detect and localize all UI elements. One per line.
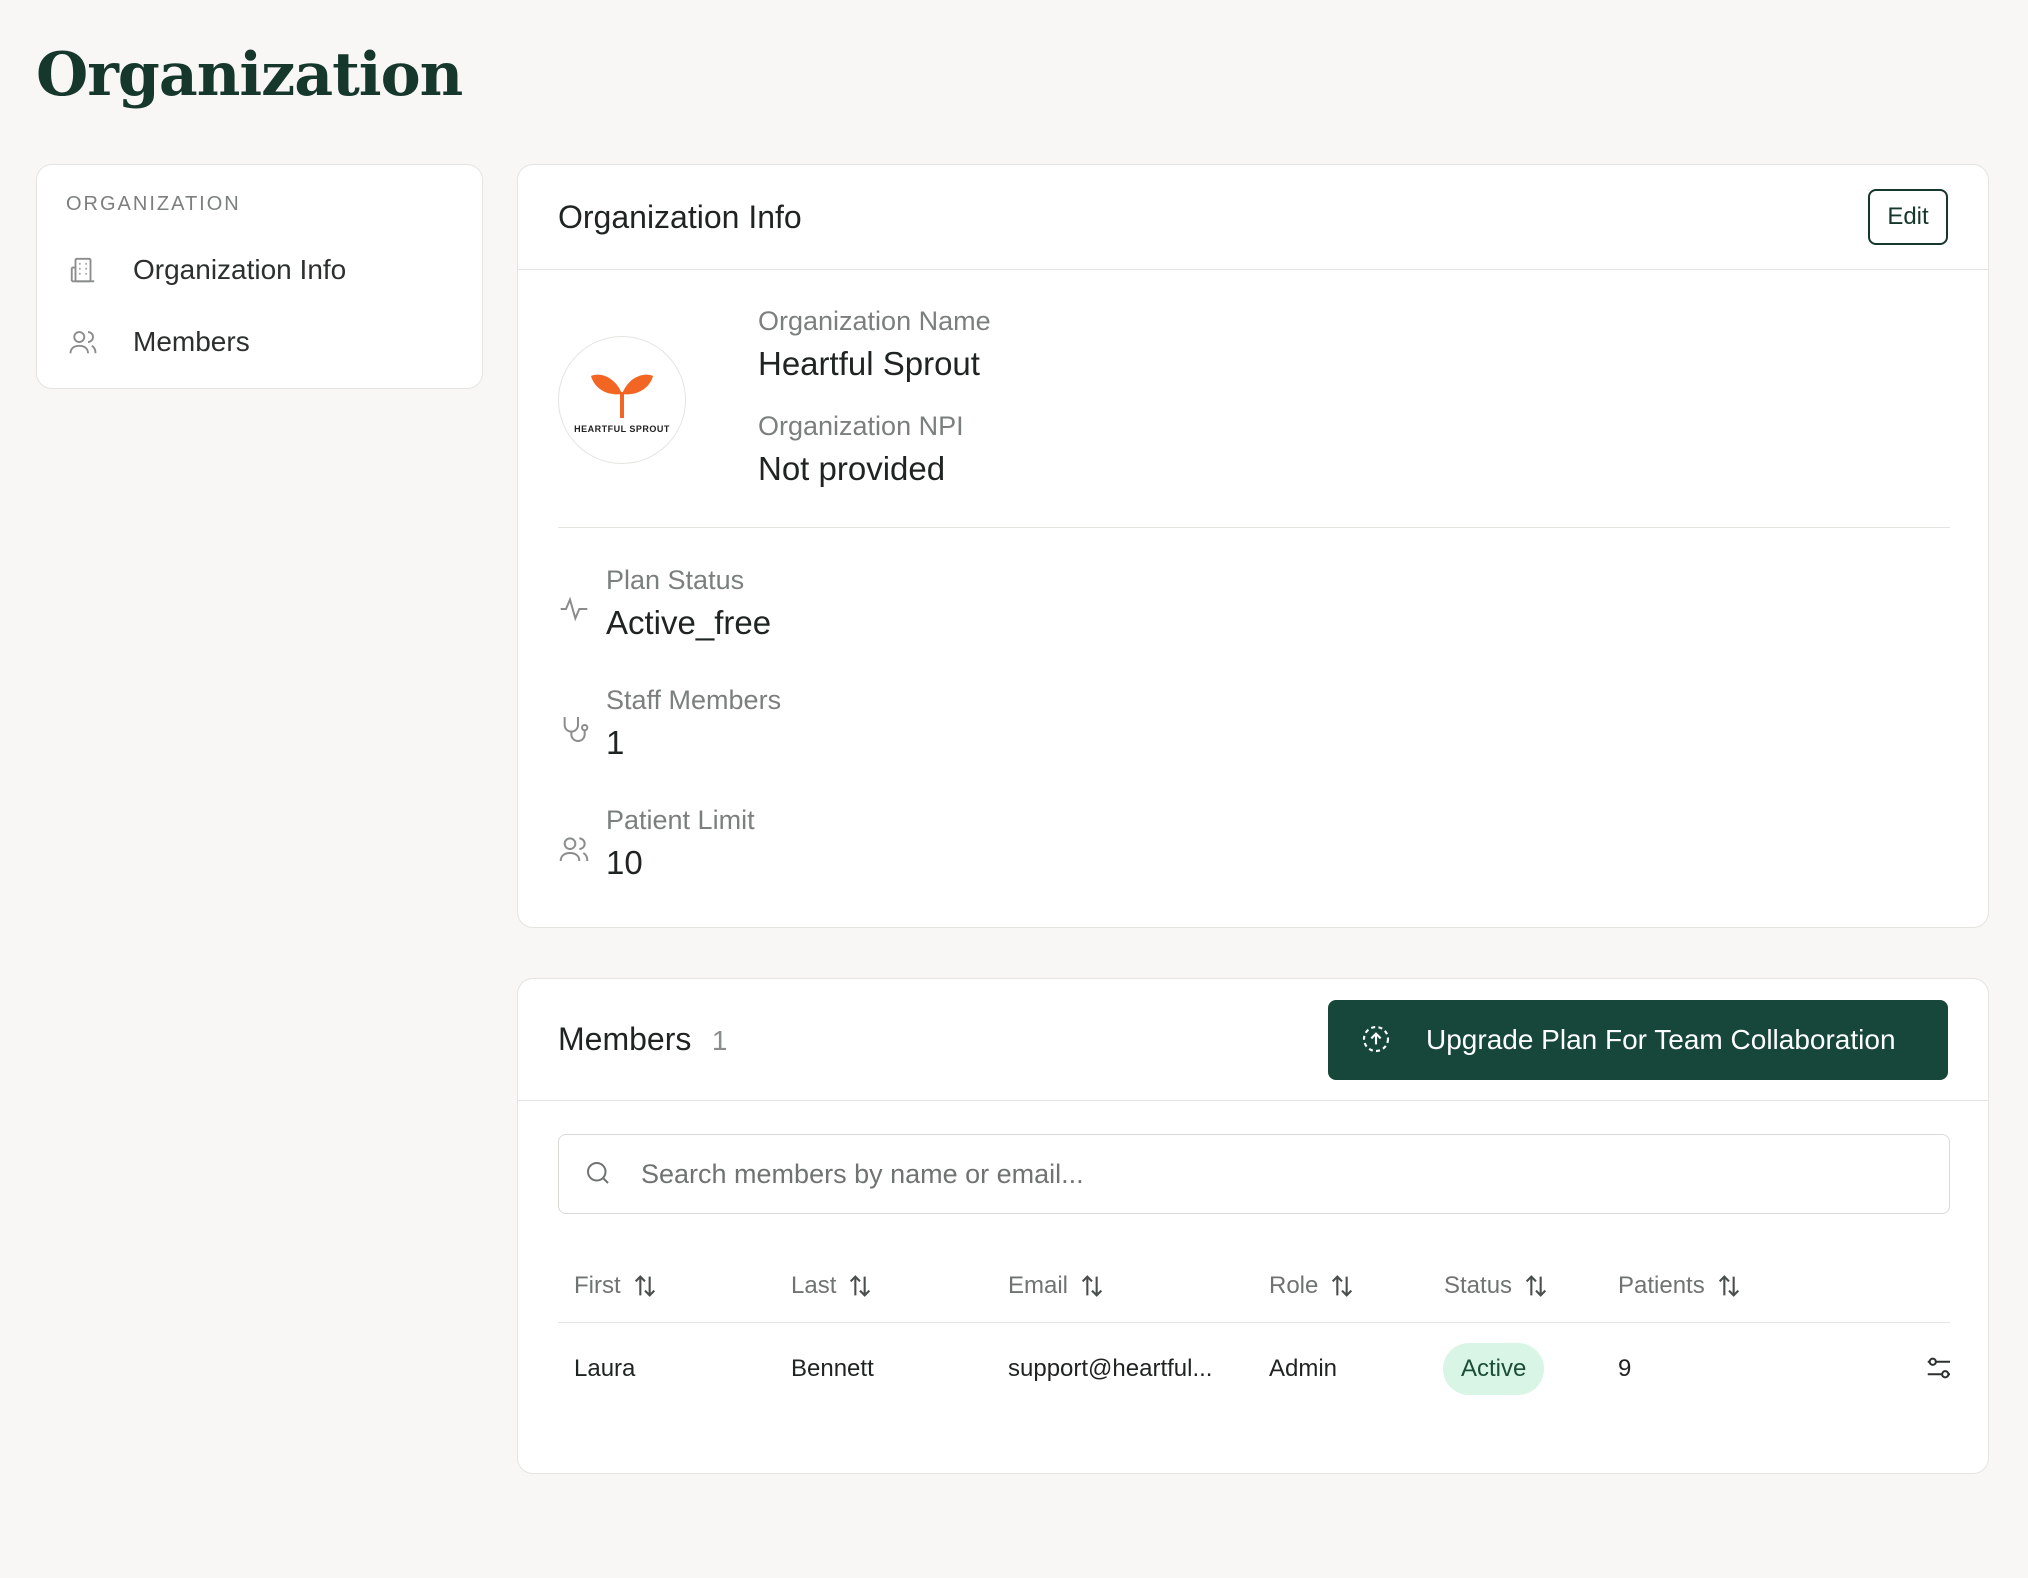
page-title: Organization [36,40,463,110]
sidebar-item-label: Organization Info [133,254,347,285]
column-first[interactable]: First [558,1272,775,1300]
column-label: Status [1444,1271,1513,1299]
members-header: Members 1 Upgrade Plan For Team Collabor… [518,979,1988,1101]
stat-plan-status: Plan Status Active_free [558,565,781,685]
sort-icon [1328,1272,1356,1300]
cell-first: Laura [574,1355,636,1382]
organization-stats: Plan Status Active_free Staff Members 1 … [558,565,781,925]
sidebar: ORGANIZATION Organization Info Members [36,164,483,389]
users-icon [66,325,100,359]
sidebar-item-organization-info[interactable]: Organization Info [37,234,482,306]
table-row[interactable]: Laura Bennett support@heartful... Admin … [558,1323,1950,1415]
stat-value: 1 [606,724,625,761]
stethoscope-icon [558,713,592,747]
column-status[interactable]: Status [1428,1272,1602,1300]
stat-label: Staff Members [606,685,782,715]
stat-value: Active_free [606,604,772,641]
cell-actions [1842,1353,1950,1385]
members-count: 1 [711,1025,728,1056]
cell-email: support@heartful... [1008,1355,1213,1382]
members-card: Members 1 Upgrade Plan For Team Collabor… [517,978,1989,1474]
stat-label: Plan Status [606,565,745,595]
stat-label: Patient Limit [606,805,755,835]
sort-icon [1715,1272,1743,1300]
upgrade-plan-button[interactable]: Upgrade Plan For Team Collaboration [1328,999,1948,1080]
organization-npi-value: Not provided [758,450,946,487]
cell-role: Admin [1269,1355,1338,1382]
column-patients[interactable]: Patients [1602,1272,1842,1300]
column-email[interactable]: Email [992,1272,1253,1300]
search-icon [583,1158,615,1190]
organization-name-label: Organization Name [758,306,991,336]
column-label: Patients [1618,1271,1705,1299]
card-title: Organization Info [558,198,802,235]
status-badge: Active [1443,1343,1545,1395]
users-icon [558,833,592,867]
sidebar-item-members[interactable]: Members [37,306,482,378]
organization-details: HEARTFUL SPROUT Organization Name Heartf… [558,270,1950,528]
edit-button[interactable]: Edit [1868,189,1948,245]
column-role[interactable]: Role [1253,1272,1428,1300]
column-label: Email [1008,1271,1069,1299]
stat-staff-members: Staff Members 1 [558,685,781,805]
cell-last: Bennett [791,1355,874,1382]
upgrade-icon [1360,1023,1394,1057]
column-label: Role [1269,1271,1319,1299]
sprout-icon [591,374,653,418]
column-last[interactable]: Last [775,1272,992,1300]
organization-info-card: Organization Info Edit HEARTFUL SPROUT O… [517,164,1989,928]
table-header: First Last Email Role Status Patients [558,1249,1950,1323]
member-search [558,1134,1950,1214]
members-title: Members [558,1021,692,1057]
cell-status: Active [1428,1343,1602,1395]
column-label: First [574,1271,621,1299]
search-input[interactable] [641,1158,1921,1190]
sort-icon [1078,1272,1106,1300]
cell-patients: 9 [1618,1355,1632,1382]
column-label: Last [791,1271,837,1299]
building-icon [66,253,100,287]
sort-icon [631,1272,659,1300]
sidebar-item-label: Members [133,326,250,357]
member-settings-icon[interactable] [1924,1353,1950,1385]
organization-npi-label: Organization NPI [758,411,964,441]
stat-value: 10 [606,844,643,881]
sort-icon [1522,1272,1550,1300]
activity-icon [558,593,592,627]
members-table: First Last Email Role Status Patients La… [558,1249,1950,1415]
organization-name-value: Heartful Sprout [758,345,980,382]
organization-logo: HEARTFUL SPROUT [558,336,686,464]
upgrade-plan-label: Upgrade Plan For Team Collaboration [1426,1023,1896,1055]
stat-patient-limit: Patient Limit 10 [558,805,781,925]
sort-icon [846,1272,874,1300]
logo-text: HEARTFUL SPROUT [574,424,670,434]
card-header: Organization Info Edit [518,165,1988,270]
sidebar-heading: ORGANIZATION [66,193,241,215]
